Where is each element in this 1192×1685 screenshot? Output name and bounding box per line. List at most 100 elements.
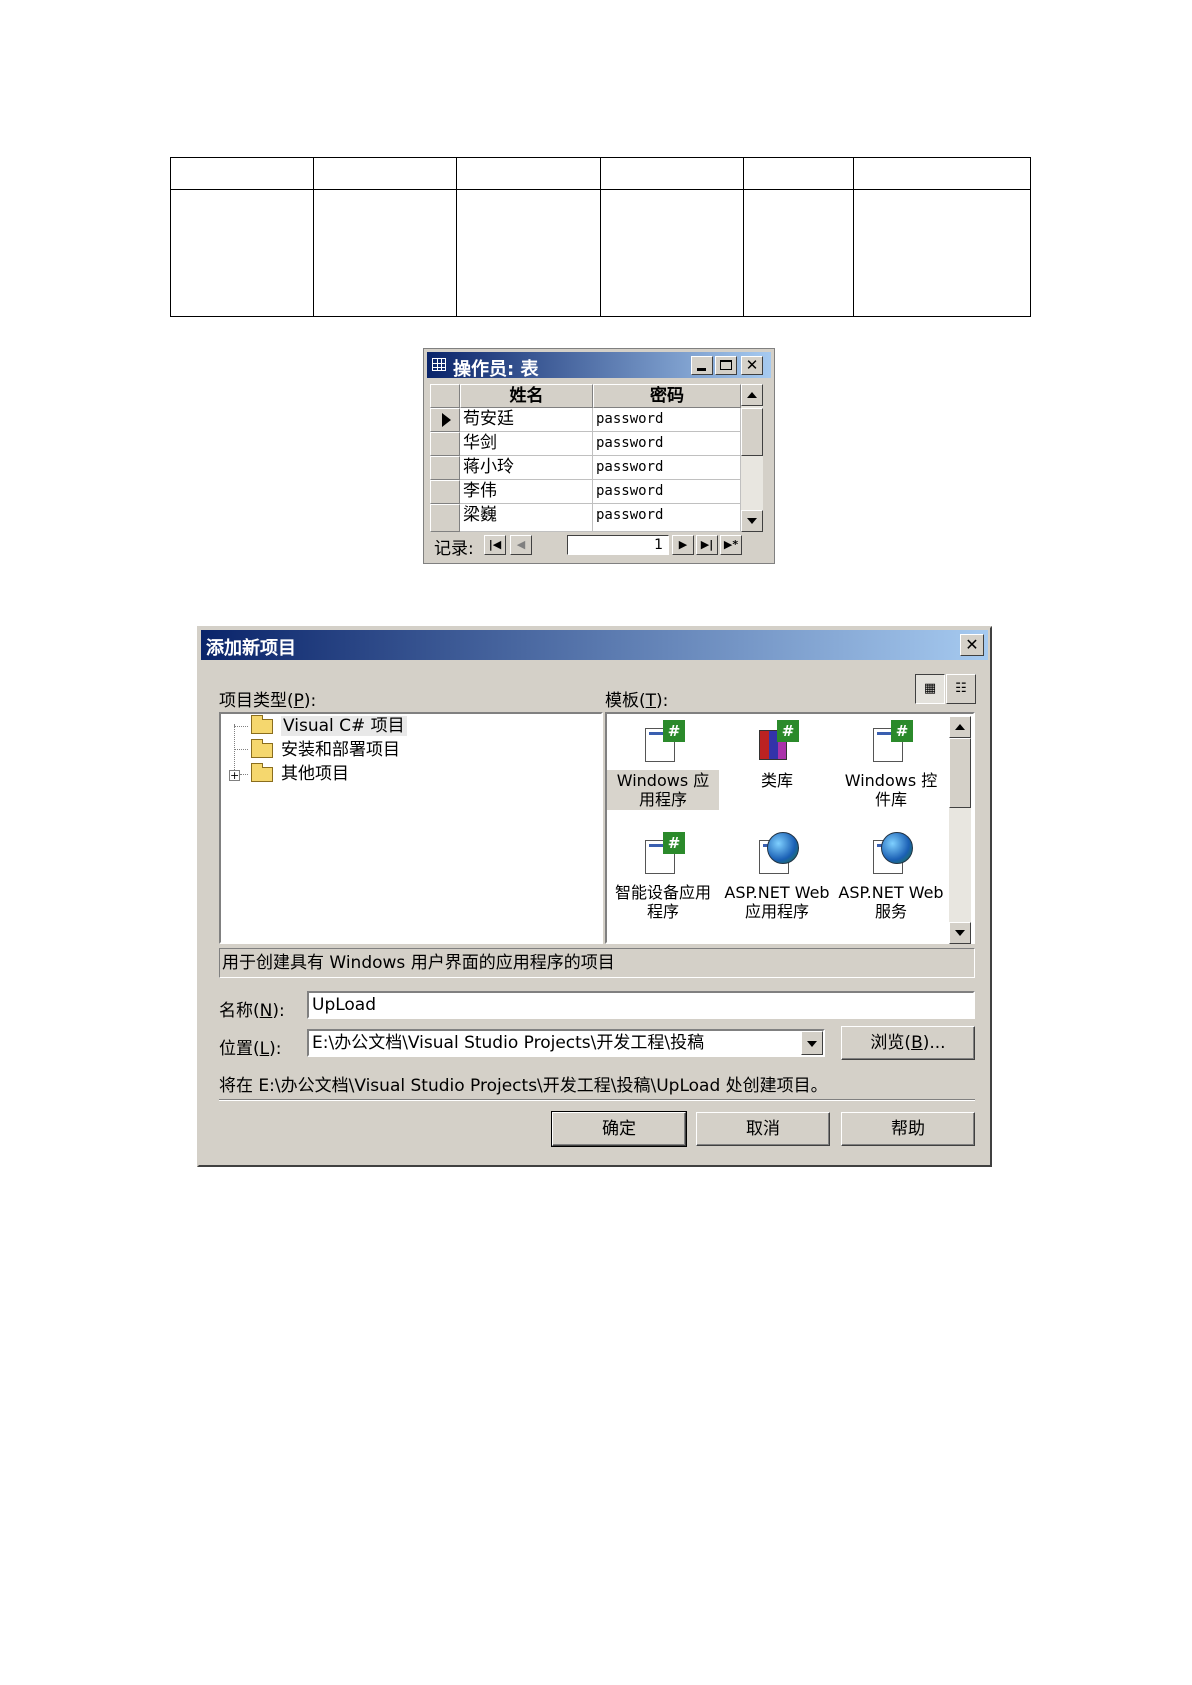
select-all-corner[interactable] [430,384,460,408]
current-record-icon [442,413,451,427]
table-cell[interactable]: password [593,480,741,504]
row-selector[interactable] [430,480,460,504]
table-cell[interactable]: 李伟 [460,480,593,504]
table-cell[interactable]: 华剑 [460,432,593,456]
close-icon: ✕ [745,356,759,374]
template-aspnet-web-app[interactable]: ASP.NET Web 应用程序 [721,832,833,922]
vertical-scrollbar[interactable] [741,384,763,532]
project-types-label: 项目类型(P): [219,691,317,711]
create-location-info: 将在 E:\办公文档\Visual Studio Projects\开发工程\投… [219,1076,828,1096]
scroll-down-button[interactable] [741,510,763,532]
template-smart-device[interactable]: # 智能设备应用程序 [607,832,719,922]
table-cell[interactable]: 苟安廷 [460,408,593,432]
template-label: Windows 控件库 [844,771,938,809]
previous-record-icon: ◀ [516,538,526,551]
record-navigator: 记录: |◀ ◀ 1 ▶ ▶| ▶* [430,532,763,559]
next-record-button[interactable]: ▶ [672,535,694,555]
ok-button[interactable]: 确定 [551,1111,687,1147]
location-dropdown-button[interactable] [801,1031,823,1055]
template-control-library[interactable]: # Windows 控件库 [835,720,947,810]
datasheet-title-bar[interactable]: 操作员: 表 ✕ [427,352,771,380]
next-record-icon: ▶ [678,538,688,551]
table-cell [853,157,1031,190]
minimize-button[interactable] [691,356,713,375]
tree-item-other-projects[interactable]: 其他项目 [251,763,349,785]
last-record-button[interactable]: ▶| [696,535,718,555]
location-combo[interactable]: E:\办公文档\Visual Studio Projects\开发工程\投稿 [307,1029,825,1057]
templates-scrollbar[interactable] [949,716,971,944]
template-windows-app[interactable]: # Windows 应用程序 [607,720,719,810]
column-header-password[interactable]: 密码 [593,384,741,408]
help-button[interactable]: 帮助 [841,1112,975,1146]
row-selector[interactable] [430,504,460,532]
table-cell [456,189,601,317]
row-selector[interactable] [430,456,460,480]
large-icons-icon: ▦ [923,681,937,696]
location-label: 位置(L): [219,1039,282,1059]
scroll-down-button[interactable] [949,922,971,944]
large-icons-view-button[interactable]: ▦ [915,674,945,704]
new-record-button[interactable]: ▶* [720,535,742,555]
tree-connector [234,724,235,772]
table-icon [432,358,446,371]
maximize-button[interactable] [715,356,737,375]
table-cell [853,189,1031,317]
previous-record-button[interactable]: ◀ [510,535,532,555]
web-service-icon [869,832,913,876]
column-header-name[interactable]: 姓名 [460,384,593,408]
folder-icon [251,763,273,782]
dialog-close-button[interactable]: ✕ [960,634,984,656]
close-button[interactable]: ✕ [741,356,763,375]
record-number-field[interactable]: 1 [567,535,669,555]
windows-app-icon: # [641,720,685,764]
browse-button[interactable]: 浏览(B)... [841,1026,975,1060]
template-label: 类库 [760,771,793,790]
first-record-icon: |◀ [488,538,502,551]
name-field[interactable]: UpLoad [307,991,975,1019]
table-cell [313,157,457,190]
template-aspnet-web-service[interactable]: ASP.NET Web 服务 [835,832,947,922]
control-library-icon: # [869,720,913,764]
table-cell[interactable]: password [593,432,741,456]
first-record-button[interactable]: |◀ [484,535,506,555]
tree-connector [240,774,248,775]
arrow-down-icon [955,930,965,936]
table-cell [600,189,744,317]
template-label: ASP.NET Web 服务 [838,883,944,921]
small-icons-view-button[interactable]: ☷ [946,674,976,704]
arrow-up-icon [955,724,965,730]
table-cell[interactable]: 梁巍 [460,504,593,532]
scroll-thumb[interactable] [741,408,763,456]
row-selector[interactable] [430,408,460,432]
dialog-title-bar[interactable]: 添加新项目 ✕ [201,630,988,660]
close-icon: ✕ [965,635,979,654]
templates-label: 模板(T): [605,691,669,711]
smart-device-icon: # [641,832,685,876]
table-cell [743,189,854,317]
table-cell[interactable]: password [593,408,741,432]
location-value: E:\办公文档\Visual Studio Projects\开发工程\投稿 [312,1033,705,1053]
folder-icon [251,739,273,758]
empty-table [170,157,1031,317]
table-cell[interactable]: 蒋小玲 [460,456,593,480]
cancel-button[interactable]: 取消 [696,1112,830,1146]
scroll-up-button[interactable] [741,384,763,406]
row-selector[interactable] [430,432,460,456]
datasheet-title: 操作员: 表 [453,359,539,380]
templates-list[interactable]: # Windows 应用程序 # 类库 # Windows 控件库 # 智能设备… [605,712,975,944]
table-cell [170,189,314,317]
project-types-tree[interactable]: + Visual C# 项目 安装和部署项目 其他项目 [219,712,603,944]
maximize-icon [720,360,732,370]
tree-item-visual-csharp[interactable]: Visual C# 项目 [251,715,407,737]
scroll-thumb[interactable] [949,738,971,808]
template-label: Windows 应用程序 [607,770,719,810]
table-cell[interactable]: password [593,456,741,480]
expand-toggle-icon[interactable]: + [229,770,240,781]
table-cell [313,189,457,317]
template-class-library[interactable]: # 类库 [721,720,833,791]
table-cell[interactable]: password [593,504,741,532]
tree-connector [234,726,248,727]
tree-item-setup-deployment[interactable]: 安装和部署项目 [251,739,400,761]
scroll-up-button[interactable] [949,716,971,738]
open-folder-icon [251,715,273,734]
